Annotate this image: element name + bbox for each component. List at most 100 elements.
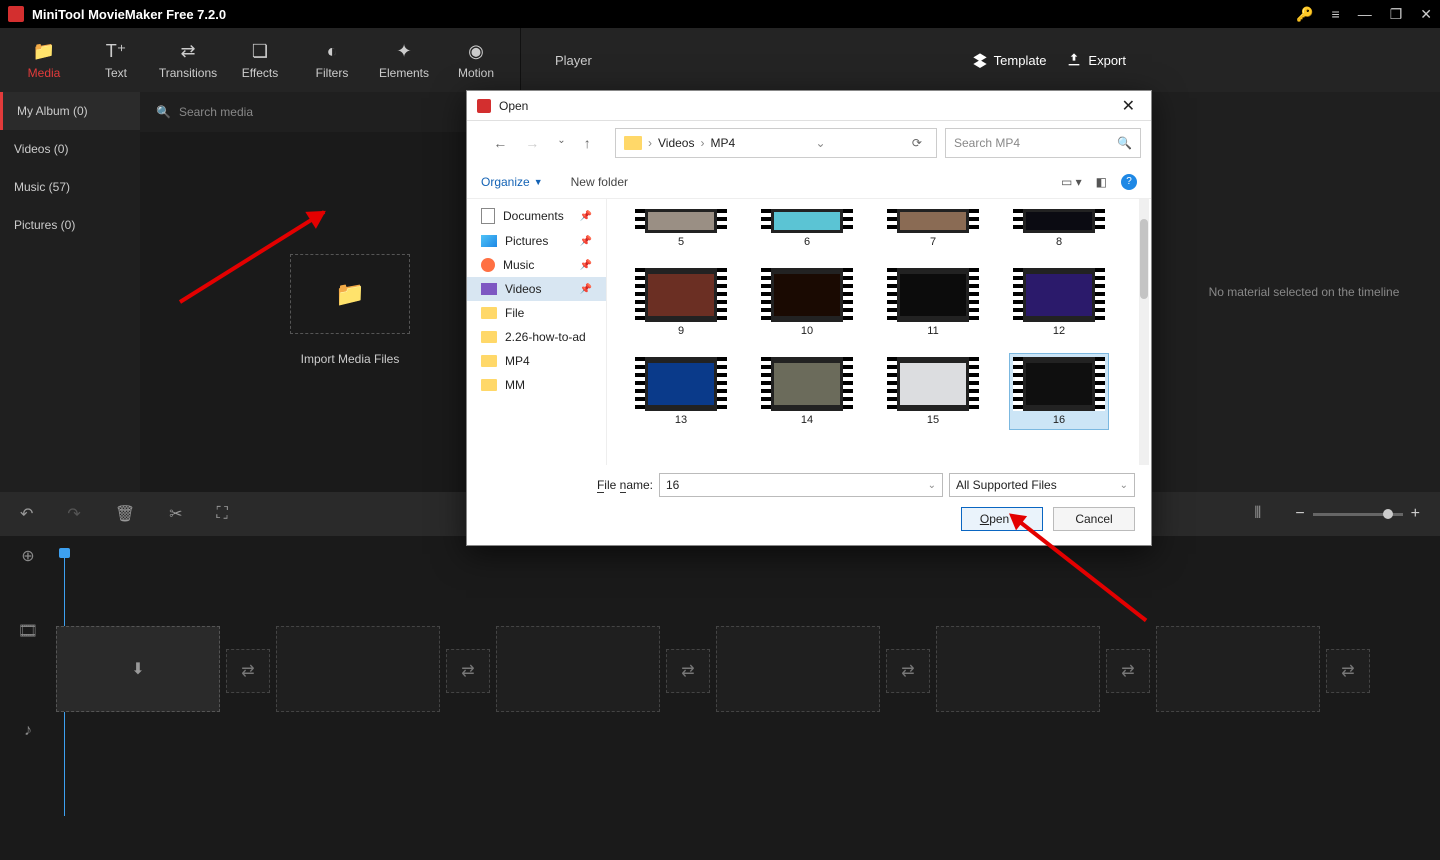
- properties-panel: No material selected on the timeline: [1168, 92, 1440, 492]
- timeline[interactable]: ⊕ 🎞 ♪ ⬇ ⇄ ⇄ ⇄ ⇄ ⇄ ⇄: [0, 536, 1440, 836]
- timeline-slot[interactable]: [496, 626, 660, 712]
- tree-item-file[interactable]: File: [467, 301, 606, 325]
- filename-input[interactable]: 16⌄: [659, 473, 943, 497]
- tool-elements[interactable]: ✦ Elements: [368, 28, 440, 92]
- file-thumb-13[interactable]: 13: [631, 353, 731, 430]
- tree-item-pictures[interactable]: Pictures📌: [467, 229, 606, 253]
- file-thumb-5[interactable]: 5: [631, 205, 731, 252]
- timeline-slot[interactable]: [716, 626, 880, 712]
- timeline-slot[interactable]: [276, 626, 440, 712]
- file-thumb-8[interactable]: 8: [1009, 205, 1109, 252]
- crop-button[interactable]: ⛶: [217, 505, 228, 523]
- maximize-icon[interactable]: ❐: [1390, 6, 1403, 23]
- media-search[interactable]: 🔍 Search media: [156, 105, 499, 119]
- zoom-out-icon[interactable]: −: [1295, 505, 1304, 523]
- player-label: Player: [555, 53, 592, 68]
- transition-slot[interactable]: ⇄: [666, 649, 710, 693]
- motion-icon: ◉: [468, 41, 484, 62]
- add-track-button[interactable]: ⊕: [0, 536, 56, 576]
- album-sidebar: My Album (0) Videos (0) Music (57) Pictu…: [0, 92, 140, 492]
- tool-effects[interactable]: ❏ Effects: [224, 28, 296, 92]
- nav-up-button[interactable]: ↑: [584, 135, 591, 151]
- layers-icon: [972, 52, 988, 68]
- doc-icon: [481, 208, 495, 224]
- tool-transitions[interactable]: ⇄ Transitions: [152, 28, 224, 92]
- elements-icon: ✦: [396, 41, 411, 62]
- tool-motion[interactable]: ◉ Motion: [440, 28, 512, 92]
- cancel-button[interactable]: Cancel: [1053, 507, 1135, 531]
- undo-button[interactable]: ↶: [20, 504, 33, 524]
- transition-slot[interactable]: ⇄: [226, 649, 270, 693]
- file-open-dialog: Open ✕ ← → ⌄ ↑ › Videos › MP4 ⌄ ⟳ Search…: [466, 90, 1152, 546]
- file-thumb-9[interactable]: 9: [631, 264, 731, 341]
- file-thumb-10[interactable]: 10: [757, 264, 857, 341]
- key-icon[interactable]: 🔑: [1296, 6, 1313, 23]
- transition-slot[interactable]: ⇄: [886, 649, 930, 693]
- audio-levels-icon[interactable]: ⦀: [1254, 505, 1261, 523]
- organize-menu[interactable]: Organize ▼: [481, 175, 543, 189]
- help-button[interactable]: ?: [1121, 174, 1137, 190]
- file-thumb-14[interactable]: 14: [757, 353, 857, 430]
- dialog-close-button[interactable]: ✕: [1116, 96, 1141, 116]
- file-thumb-6[interactable]: 6: [757, 205, 857, 252]
- dialog-search[interactable]: Search MP4 🔍: [945, 128, 1141, 158]
- file-thumb-11[interactable]: 11: [883, 264, 983, 341]
- video-track-icon: 🎞: [0, 576, 56, 686]
- preview-pane-button[interactable]: ◧: [1096, 175, 1107, 189]
- sidebar-item-myalbum[interactable]: My Album (0): [0, 92, 140, 130]
- tree-item-music[interactable]: Music📌: [467, 253, 606, 277]
- transition-slot[interactable]: ⇄: [446, 649, 490, 693]
- view-mode-button[interactable]: ▭ ▾: [1061, 175, 1082, 189]
- sidebar-item-videos[interactable]: Videos (0): [0, 130, 140, 168]
- refresh-button[interactable]: ⟳: [912, 136, 922, 150]
- search-icon: 🔍: [1117, 136, 1132, 150]
- template-button[interactable]: Template: [972, 52, 1047, 68]
- folder-icon: [481, 379, 497, 391]
- scrollbar[interactable]: [1139, 199, 1149, 465]
- tree-item-videos[interactable]: Videos📌: [467, 277, 606, 301]
- zoom-in-icon[interactable]: +: [1411, 505, 1420, 523]
- redo-button[interactable]: ↷: [67, 504, 80, 524]
- nav-forward-button[interactable]: →: [525, 135, 539, 151]
- tool-filters[interactable]: ◐ Filters: [296, 28, 368, 92]
- sidebar-item-pictures[interactable]: Pictures (0): [0, 206, 140, 244]
- path-breadcrumb[interactable]: › Videos › MP4 ⌄ ⟳: [615, 128, 937, 158]
- transition-slot[interactable]: ⇄: [1106, 649, 1150, 693]
- nav-recent-button[interactable]: ⌄: [557, 135, 565, 151]
- dialog-title: Open: [499, 99, 1108, 113]
- dialog-titlebar: Open ✕: [467, 91, 1151, 121]
- timeline-slot[interactable]: [1156, 626, 1320, 712]
- video-track[interactable]: ⬇ ⇄ ⇄ ⇄ ⇄ ⇄ ⇄: [56, 626, 1432, 716]
- app-logo-icon: [477, 99, 491, 113]
- tree-item-mm[interactable]: MM: [467, 373, 606, 397]
- new-folder-button[interactable]: New folder: [571, 175, 628, 189]
- export-button[interactable]: Export: [1066, 52, 1126, 68]
- tree-item-2-26-how-to-ad[interactable]: 2.26-how-to-ad: [467, 325, 606, 349]
- close-icon[interactable]: ✕: [1420, 6, 1432, 23]
- import-media-dropzone[interactable]: 📁: [290, 254, 410, 334]
- file-thumb-12[interactable]: 12: [1009, 264, 1109, 341]
- tree-item-mp4[interactable]: MP4: [467, 349, 606, 373]
- minimize-icon[interactable]: —: [1358, 6, 1372, 22]
- tree-item-documents[interactable]: Documents📌: [467, 203, 606, 229]
- pin-icon: 📌: [580, 236, 592, 247]
- timeline-slot[interactable]: ⬇: [56, 626, 220, 712]
- menu-icon[interactable]: ≡: [1332, 6, 1340, 22]
- file-thumb-7[interactable]: 7: [883, 205, 983, 252]
- timeline-slot[interactable]: [936, 626, 1100, 712]
- pin-icon: 📌: [580, 260, 592, 271]
- sidebar-item-music[interactable]: Music (57): [0, 168, 140, 206]
- cut-button[interactable]: ✂: [169, 504, 182, 524]
- pin-icon: 📌: [580, 284, 592, 295]
- tool-media[interactable]: 📁 Media: [8, 28, 80, 92]
- app-logo: [8, 6, 24, 22]
- pic-icon: [481, 235, 497, 247]
- file-type-filter[interactable]: All Supported Files⌄: [949, 473, 1135, 497]
- delete-button[interactable]: 🗑: [115, 504, 135, 524]
- transition-slot[interactable]: ⇄: [1326, 649, 1370, 693]
- nav-back-button[interactable]: ←: [493, 135, 507, 151]
- tool-text[interactable]: T⁺ Text: [80, 28, 152, 92]
- file-thumb-16[interactable]: 16: [1009, 353, 1109, 430]
- file-thumb-15[interactable]: 15: [883, 353, 983, 430]
- zoom-slider[interactable]: − +: [1295, 505, 1420, 523]
